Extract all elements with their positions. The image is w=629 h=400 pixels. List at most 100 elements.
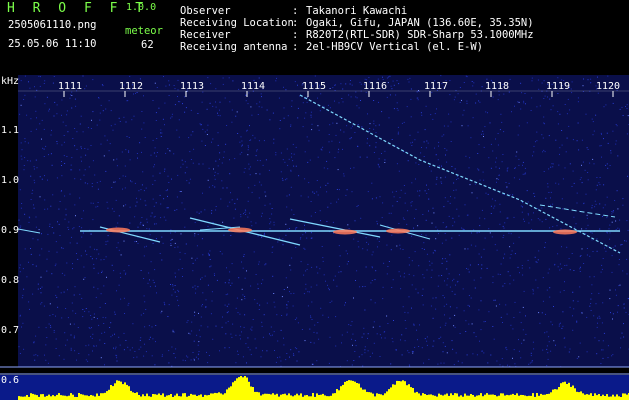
noise-dot (414, 346, 416, 348)
noise-dot (602, 215, 603, 217)
noise-dot (392, 341, 394, 343)
noise-dot (300, 261, 302, 263)
noise-dot (33, 179, 35, 181)
noise-dot (123, 270, 125, 272)
noise-dot (206, 351, 207, 353)
noise-dot (195, 356, 197, 358)
histogram-bar (566, 384, 568, 400)
histogram-bar (72, 394, 74, 400)
noise-dot (523, 100, 525, 102)
noise-dot (155, 202, 157, 204)
noise-dot (404, 202, 406, 204)
noise-dot (398, 170, 400, 172)
histogram-bar (562, 382, 564, 400)
noise-dot (483, 352, 485, 354)
noise-dot (215, 206, 217, 207)
noise-dot (163, 198, 165, 200)
histogram-bar (196, 396, 198, 400)
noise-dot (62, 121, 64, 123)
noise-dot (522, 164, 523, 166)
noise-dot (305, 232, 307, 234)
noise-dot (136, 197, 137, 199)
noise-dot (247, 103, 249, 105)
noise-dot (45, 327, 47, 329)
noise-dot (408, 264, 410, 266)
noise-dot (481, 209, 483, 211)
noise-dot (421, 248, 423, 249)
noise-dot (525, 333, 527, 335)
noise-dot (35, 128, 37, 130)
noise-dot (396, 108, 398, 109)
noise-dot (451, 340, 453, 342)
noise-dot (576, 140, 578, 142)
noise-dot (97, 202, 99, 203)
noise-dot (225, 333, 227, 335)
noise-dot (285, 234, 287, 236)
noise-dot (45, 344, 47, 346)
noise-dot (45, 359, 47, 361)
noise-dot (208, 255, 210, 256)
noise-dot (425, 105, 427, 107)
noise-dot (445, 154, 446, 156)
noise-dot (410, 116, 412, 118)
noise-dot (39, 254, 41, 256)
noise-dot (429, 166, 431, 167)
noise-dot (261, 321, 263, 323)
noise-dot (72, 263, 73, 265)
noise-base (18, 75, 629, 367)
noise-dot (154, 215, 156, 217)
noise-dot (167, 175, 169, 177)
noise-dot (549, 296, 551, 298)
noise-dot (431, 222, 433, 224)
noise-dot (454, 293, 456, 295)
noise-dot (155, 238, 157, 240)
noise-dot (441, 165, 442, 167)
noise-dot (20, 155, 22, 157)
noise-dot (417, 97, 419, 99)
noise-dot (520, 205, 522, 207)
noise-dot (426, 344, 428, 346)
noise-dot (81, 160, 82, 162)
noise-dot (351, 364, 353, 366)
noise-dot (303, 293, 305, 295)
noise-dot (463, 109, 465, 111)
noise-dot (154, 269, 156, 271)
noise-dot (125, 149, 127, 151)
noise-dot (376, 220, 378, 222)
noise-dot (118, 336, 120, 338)
noise-dot (261, 212, 263, 214)
noise-dot (139, 142, 141, 144)
histogram-bar (20, 396, 22, 400)
noise-dot (141, 151, 142, 153)
noise-dot (215, 209, 217, 211)
noise-dot (224, 304, 226, 306)
noise-dot (602, 258, 604, 259)
noise-dot (274, 306, 276, 308)
noise-dot (143, 190, 145, 192)
noise-dot (550, 197, 551, 199)
noise-dot (313, 192, 315, 194)
histogram-bar (576, 391, 578, 400)
noise-dot (534, 195, 536, 197)
noise-dot (601, 268, 603, 270)
noise-dot (496, 360, 498, 362)
noise-dot (617, 155, 619, 157)
histogram-bar (328, 396, 330, 400)
noise-dot (535, 261, 537, 263)
noise-dot (457, 280, 459, 282)
noise-dot (375, 125, 377, 127)
noise-dot (64, 332, 66, 334)
noise-dot (66, 156, 68, 157)
noise-dot (153, 152, 155, 154)
noise-dot (143, 312, 145, 314)
noise-dot (328, 141, 330, 143)
noise-dot (599, 228, 601, 230)
noise-dot (134, 182, 136, 184)
noise-dot (310, 315, 311, 317)
noise-dot (353, 297, 354, 299)
noise-dot (55, 241, 57, 243)
noise-dot (210, 265, 212, 267)
noise-dot (266, 302, 268, 304)
noise-dot (84, 277, 86, 279)
noise-dot (436, 178, 438, 180)
